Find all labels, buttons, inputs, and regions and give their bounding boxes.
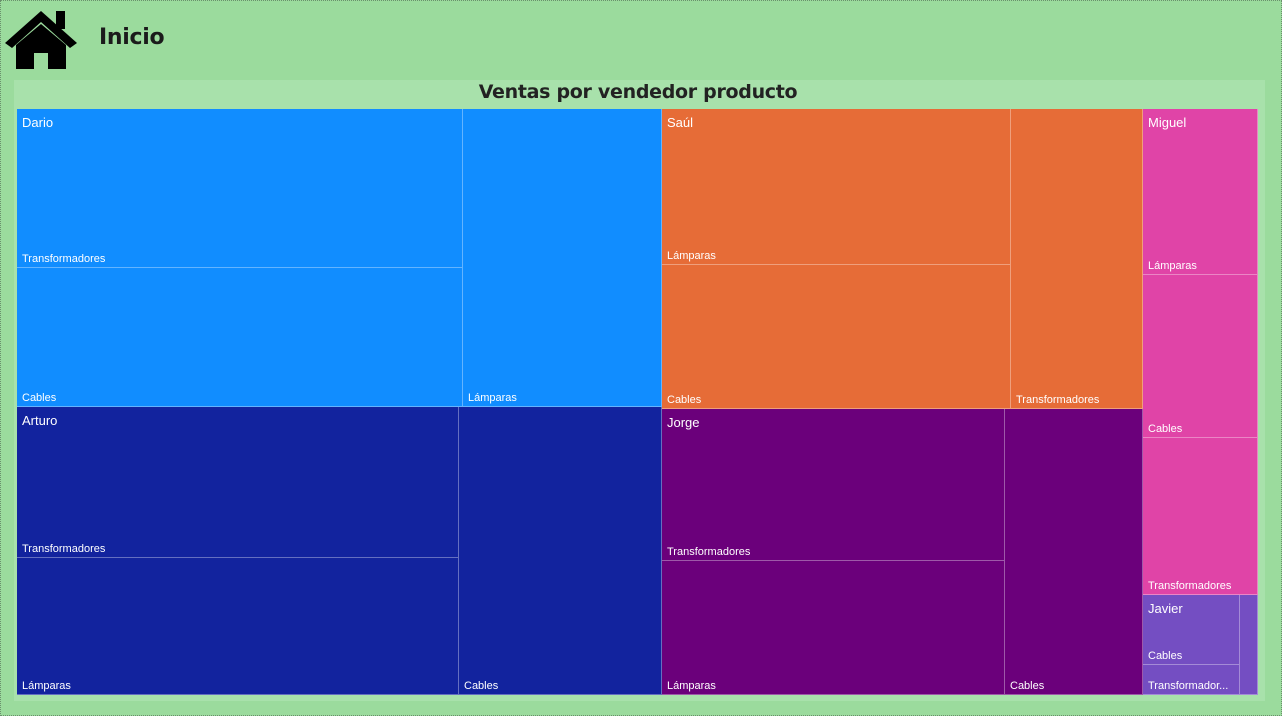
visual-title: Ventas por vendedor producto bbox=[478, 81, 798, 103]
leaf-label: Lámparas bbox=[468, 392, 517, 404]
group-label-saul: Saúl bbox=[667, 115, 694, 130]
page-title: Inicio bbox=[99, 25, 165, 50]
treemap-leaf-dario-cables[interactable]: Cables bbox=[17, 268, 463, 407]
home-button[interactable] bbox=[4, 8, 80, 72]
treemap-leaf-jorge-transformadores[interactable]: Jorge Transformadores bbox=[662, 409, 1005, 561]
group-label-dario: Dario bbox=[22, 115, 54, 130]
leaf-label: Transformador... bbox=[1148, 680, 1229, 692]
treemap: Dario Transformadores Cables Lámparas Ar… bbox=[17, 109, 1258, 695]
treemap-leaf-miguel-cables[interactable]: Cables bbox=[1143, 275, 1258, 438]
treemap-leaf-arturo-transformadores[interactable]: Arturo Transformadores bbox=[17, 407, 459, 558]
home-icon bbox=[5, 11, 77, 69]
treemap-leaf-saul-lamparas[interactable]: Saúl Lámparas bbox=[662, 109, 1011, 265]
treemap-leaf-dario-lamparas[interactable]: Lámparas bbox=[463, 109, 662, 407]
leaf-label: Transformadores bbox=[1016, 394, 1100, 406]
treemap-leaf-miguel-transformadores[interactable]: Transformadores bbox=[1143, 438, 1258, 595]
treemap-leaf-arturo-cables[interactable]: Cables bbox=[459, 407, 662, 695]
group-label-javier: Javier bbox=[1148, 601, 1183, 616]
leaf-label: Cables bbox=[464, 680, 499, 692]
treemap-leaf-javier-transformadores[interactable]: Transformador... bbox=[1143, 665, 1240, 695]
treemap-leaf-saul-transformadores[interactable]: Transformadores bbox=[1011, 109, 1143, 409]
treemap-leaf-saul-cables[interactable]: Cables bbox=[662, 265, 1011, 409]
leaf-label: Lámparas bbox=[667, 250, 716, 262]
treemap-leaf-javier-other[interactable] bbox=[1240, 595, 1258, 695]
leaf-label: Transformadores bbox=[1148, 580, 1232, 592]
treemap-leaf-arturo-lamparas[interactable]: Lámparas bbox=[17, 558, 459, 695]
leaf-label: Cables bbox=[1148, 423, 1183, 435]
leaf-label: Cables bbox=[22, 392, 57, 404]
group-label-arturo: Arturo bbox=[22, 413, 58, 428]
leaf-label: Cables bbox=[1010, 680, 1045, 692]
treemap-leaf-jorge-cables[interactable]: Cables bbox=[1005, 409, 1143, 695]
treemap-leaf-javier-cables[interactable]: Javier Cables bbox=[1143, 595, 1240, 665]
treemap-leaf-jorge-lamparas[interactable]: Lámparas bbox=[662, 561, 1005, 695]
group-label-jorge: Jorge bbox=[667, 415, 700, 430]
leaf-label: Lámparas bbox=[1148, 260, 1197, 272]
leaf-label: Transformadores bbox=[22, 543, 106, 555]
leaf-label: Transformadores bbox=[667, 546, 751, 558]
treemap-leaf-dario-transformadores[interactable]: Dario Transformadores bbox=[17, 109, 463, 268]
leaf-label: Cables bbox=[667, 394, 702, 406]
leaf-label: Cables bbox=[1148, 650, 1183, 662]
leaf-label: Lámparas bbox=[22, 680, 71, 692]
group-label-miguel: Miguel bbox=[1148, 115, 1187, 130]
treemap-leaf-miguel-lamparas[interactable]: Miguel Lámparas bbox=[1143, 109, 1258, 275]
leaf-label: Lámparas bbox=[667, 680, 716, 692]
leaf-label: Transformadores bbox=[22, 253, 106, 265]
